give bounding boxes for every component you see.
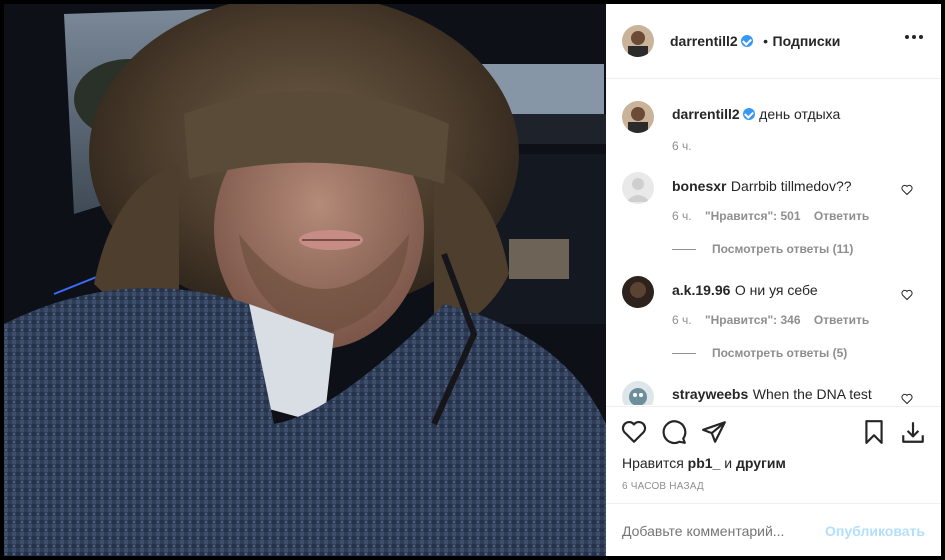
heart-icon[interactable] xyxy=(901,289,913,301)
comment-icon[interactable] xyxy=(661,419,687,445)
caption-avatar[interactable] xyxy=(622,101,654,133)
post-details-panel: darrentill2 • Подписки darrentill2 день … xyxy=(606,4,941,556)
likes-user[interactable]: pb1_ xyxy=(688,455,721,471)
avatar-image xyxy=(622,381,654,405)
comment-text: When the DNA test xyxy=(752,386,872,402)
verified-icon xyxy=(740,35,753,47)
replies-line xyxy=(672,249,696,251)
comment-likes[interactable]: "Нравится": 501 xyxy=(705,209,801,223)
comment-line: bonesxr Darrbib tillmedov?? xyxy=(672,178,852,196)
header-username[interactable]: darrentill2 xyxy=(670,33,738,49)
share-icon[interactable] xyxy=(701,419,727,445)
view-replies-button[interactable]: Посмотреть ответы (11) xyxy=(672,242,853,256)
comment-avatar[interactable] xyxy=(622,276,654,308)
comment-avatar[interactable] xyxy=(622,381,654,405)
likes-summary[interactable]: Нравится pb1_ и другим xyxy=(622,455,786,471)
avatar-image xyxy=(622,276,654,308)
bookmark-icon[interactable] xyxy=(861,419,887,445)
comment-line: a.k.19.96 О ни уя себе xyxy=(672,282,818,300)
download-icon[interactable] xyxy=(900,419,926,445)
default-avatar-icon xyxy=(626,178,650,202)
caption-username[interactable]: darrentill2 xyxy=(672,106,740,122)
comment-text: О ни уя себе xyxy=(734,282,818,298)
comment-line: strayweebs When the DNA test xyxy=(672,386,872,404)
following-button[interactable]: Подписки xyxy=(773,33,841,49)
heart-icon[interactable] xyxy=(621,419,647,445)
add-comment-bar: Опубликовать xyxy=(606,503,941,558)
caption-time[interactable]: 6 ч. xyxy=(672,139,692,153)
post-actions: Нравится pb1_ и другим 6 ЧАСОВ НАЗАД Опу… xyxy=(606,406,941,557)
more-icon[interactable] xyxy=(905,35,923,39)
comment-username[interactable]: strayweebs xyxy=(672,386,748,402)
likes-prefix: Нравится xyxy=(622,455,684,471)
verified-icon xyxy=(742,108,755,120)
caption-line: darrentill2 день отдыха xyxy=(672,106,840,124)
comment-text: Darrbib tillmedov?? xyxy=(730,178,852,194)
comment-username[interactable]: a.k.19.96 xyxy=(672,282,730,298)
heart-icon[interactable] xyxy=(901,393,913,405)
caption-text: день отдыха xyxy=(759,106,841,122)
comment-likes[interactable]: "Нравится": 346 xyxy=(705,313,801,327)
comment-avatar[interactable] xyxy=(622,172,654,204)
post-header: darrentill2 • Подписки xyxy=(606,4,941,79)
follow-separator: • xyxy=(763,33,769,49)
likes-middle: и xyxy=(724,455,733,471)
publish-button[interactable]: Опубликовать xyxy=(825,523,925,539)
avatar-image xyxy=(622,101,654,133)
comment-input[interactable] xyxy=(620,518,824,544)
reply-button[interactable]: Ответить xyxy=(814,209,869,223)
instagram-post-window: darrentill2 • Подписки darrentill2 день … xyxy=(0,0,945,560)
view-replies-button[interactable]: Посмотреть ответы (5) xyxy=(672,346,847,360)
comment-username[interactable]: bonesxr xyxy=(672,178,726,194)
avatar-image xyxy=(622,25,654,57)
comments-section[interactable]: darrentill2 день отдыха 6 ч. bonesxr Dar… xyxy=(606,79,941,405)
comment-meta: 6 ч. "Нравится": 346 Ответить xyxy=(672,313,869,327)
heart-icon[interactable] xyxy=(901,184,913,196)
comment-meta: 6 ч. "Нравится": 501 Ответить xyxy=(672,209,869,223)
post-photo[interactable] xyxy=(4,4,606,556)
reply-button[interactable]: Ответить xyxy=(814,313,869,327)
view-replies-label: Посмотреть ответы (5) xyxy=(712,346,848,360)
view-replies-label: Посмотреть ответы (11) xyxy=(712,242,854,256)
author-avatar[interactable] xyxy=(622,25,654,57)
header-user-line: darrentill2 • Подписки xyxy=(670,33,840,51)
comment-time[interactable]: 6 ч. xyxy=(672,313,692,327)
photo-illustration xyxy=(4,4,606,556)
comment-time[interactable]: 6 ч. xyxy=(672,209,692,223)
post-timestamp[interactable]: 6 ЧАСОВ НАЗАД xyxy=(622,481,704,492)
replies-line xyxy=(672,353,696,355)
likes-others[interactable]: другим xyxy=(736,455,786,471)
